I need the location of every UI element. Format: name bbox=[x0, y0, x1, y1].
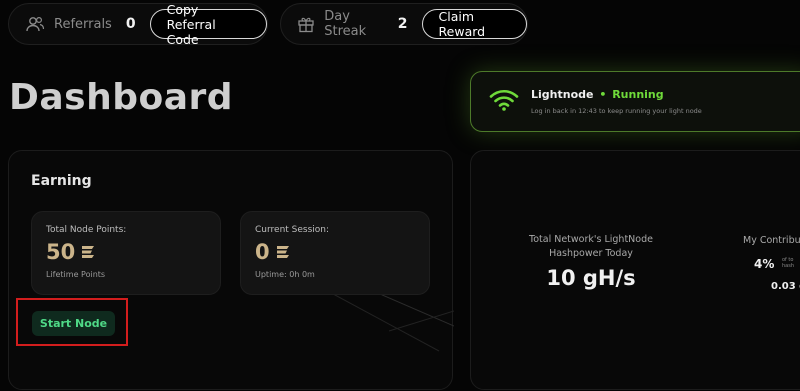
users-icon bbox=[25, 13, 45, 35]
points-token-icon bbox=[82, 246, 95, 258]
claim-reward-button[interactable]: Claim Reward bbox=[421, 9, 527, 39]
highlight-box bbox=[16, 298, 128, 346]
current-session-card: Current Session: 0 Uptime: 0h 0m bbox=[240, 211, 430, 295]
network-card: Total Network's LightNode Hashpower Toda… bbox=[470, 150, 800, 390]
referrals-count: 0 bbox=[125, 16, 136, 32]
status-message: Log in back in 12:43 to keep running you… bbox=[531, 107, 702, 115]
current-session-value: 0 bbox=[255, 240, 270, 264]
copy-referral-code-button[interactable]: Copy Referral Code bbox=[149, 2, 267, 47]
referrals-pill: Referrals 0 Copy Referral Code bbox=[8, 2, 268, 47]
day-streak-label: Day Streak bbox=[324, 9, 367, 39]
day-streak-pill: Day Streak 2 Claim Reward bbox=[280, 3, 528, 45]
earning-card: Earning Total Node Points: 50 Lifetime P… bbox=[8, 150, 454, 390]
current-session-value-row: 0 bbox=[255, 240, 290, 264]
total-node-points-label: Total Node Points: bbox=[46, 225, 127, 235]
network-hashpower-label: Total Network's LightNode Hashpower Toda… bbox=[529, 234, 653, 259]
points-token-icon bbox=[276, 246, 289, 258]
referrals-label: Referrals bbox=[54, 16, 112, 32]
status-running: Running bbox=[612, 88, 664, 101]
my-contribution-label: My Contribu bbox=[743, 235, 800, 246]
total-node-points-value-row: 50 bbox=[46, 240, 95, 264]
total-node-points-card: Total Node Points: 50 Lifetime Points bbox=[31, 211, 221, 295]
page-title: Dashboard bbox=[9, 77, 234, 118]
my-contribution-hash: 0.03 g bbox=[771, 281, 800, 292]
current-session-label: Current Session: bbox=[255, 225, 330, 235]
wifi-icon bbox=[489, 88, 519, 116]
my-contribution-subtext: of to hash bbox=[782, 257, 795, 269]
network-hashpower-value: 10 gH/s bbox=[546, 266, 636, 290]
earning-heading: Earning bbox=[31, 173, 92, 189]
gift-icon bbox=[297, 13, 315, 35]
status-dot: • bbox=[599, 88, 607, 101]
lightnode-status-card: Lightnode • Running Log in back in 12:43… bbox=[470, 71, 800, 132]
lifetime-points-label: Lifetime Points bbox=[46, 270, 106, 279]
lightnode-name: Lightnode bbox=[531, 88, 594, 101]
my-contribution-percent: 4% bbox=[754, 257, 775, 271]
day-streak-count: 2 bbox=[397, 16, 408, 32]
total-node-points-value: 50 bbox=[46, 240, 76, 264]
uptime-label: Uptime: 0h 0m bbox=[255, 270, 315, 279]
